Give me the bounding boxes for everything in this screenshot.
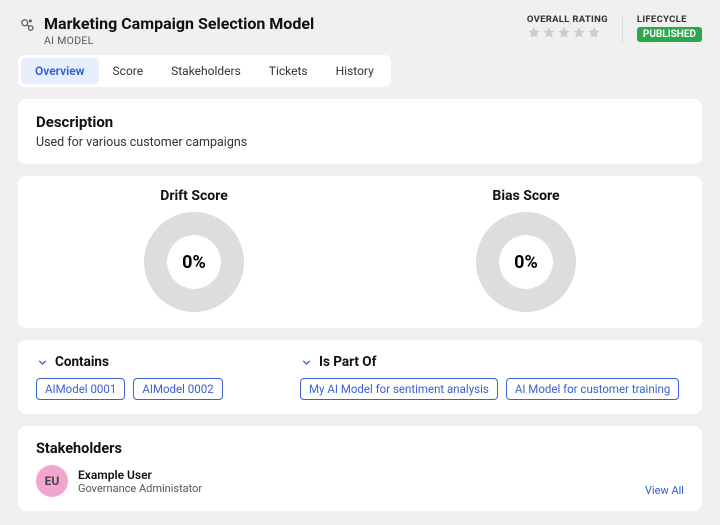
star-icon	[542, 26, 556, 40]
rating-label: OVERALL RATING	[527, 14, 608, 25]
part-of-toggle[interactable]: Is Part Of	[300, 354, 679, 370]
contains-section: Contains AIModel 0001 AIModel 0002	[36, 354, 276, 400]
description-heading: Description	[36, 113, 684, 131]
drift-score-label: Drift Score	[28, 188, 360, 204]
divider	[622, 14, 623, 44]
description-body: Used for various customer campaigns	[36, 135, 684, 150]
page-subtitle: AI MODEL	[44, 34, 314, 47]
stakeholder-role: Governance Administator	[78, 482, 202, 495]
bias-score-block: Bias Score 0%	[360, 188, 692, 312]
star-icon	[587, 26, 601, 40]
part-of-section: Is Part Of My AI Model for sentiment ana…	[300, 354, 679, 400]
page-header: Marketing Campaign Selection Model AI MO…	[18, 14, 702, 47]
stakeholders-heading: Stakeholders	[36, 440, 684, 457]
contains-toggle[interactable]: Contains	[36, 354, 276, 370]
lifecycle-label: LIFECYCLE	[637, 14, 702, 25]
star-icon	[527, 26, 541, 40]
chevron-down-icon	[300, 356, 313, 369]
page-title: Marketing Campaign Selection Model	[44, 14, 314, 33]
drift-score-block: Drift Score 0%	[28, 188, 360, 312]
contains-chip[interactable]: AIModel 0001	[36, 378, 125, 400]
avatar: EU	[36, 465, 68, 497]
stakeholder-name: Example User	[78, 468, 202, 482]
contains-heading: Contains	[55, 354, 109, 370]
tab-stakeholders[interactable]: Stakeholders	[157, 58, 255, 84]
scores-card: Drift Score 0% Bias Score 0%	[18, 176, 702, 328]
tabs: Overview Score Stakeholders Tickets Hist…	[18, 55, 391, 87]
tab-tickets[interactable]: Tickets	[255, 58, 322, 84]
relations-card: Contains AIModel 0001 AIModel 0002 Is Pa…	[18, 340, 702, 414]
stakeholders-card: Stakeholders EU Example User Governance …	[18, 426, 702, 511]
tab-score[interactable]: Score	[99, 58, 158, 84]
tab-overview[interactable]: Overview	[21, 58, 99, 84]
part-of-heading: Is Part Of	[319, 354, 376, 370]
lifecycle-badge: PUBLISHED	[637, 27, 702, 42]
model-icon	[18, 16, 36, 34]
overall-rating: OVERALL RATING	[527, 14, 608, 40]
part-of-chip[interactable]: My AI Model for sentiment analysis	[300, 378, 498, 400]
tab-history[interactable]: History	[322, 58, 388, 84]
description-card: Description Used for various customer ca…	[18, 99, 702, 164]
drift-score-value: 0%	[182, 252, 206, 273]
star-icon	[572, 26, 586, 40]
part-of-chip[interactable]: AI Model for customer training	[506, 378, 680, 400]
drift-score-donut: 0%	[144, 212, 244, 312]
bias-score-value: 0%	[514, 252, 538, 273]
lifecycle: LIFECYCLE PUBLISHED	[637, 14, 702, 42]
bias-score-label: Bias Score	[360, 188, 692, 204]
rating-stars[interactable]	[527, 26, 608, 40]
stakeholder-row: EU Example User Governance Administator	[36, 465, 202, 497]
contains-chip[interactable]: AIModel 0002	[133, 378, 222, 400]
chevron-down-icon	[36, 356, 49, 369]
view-all-link[interactable]: View All	[645, 484, 684, 497]
star-icon	[557, 26, 571, 40]
bias-score-donut: 0%	[476, 212, 576, 312]
